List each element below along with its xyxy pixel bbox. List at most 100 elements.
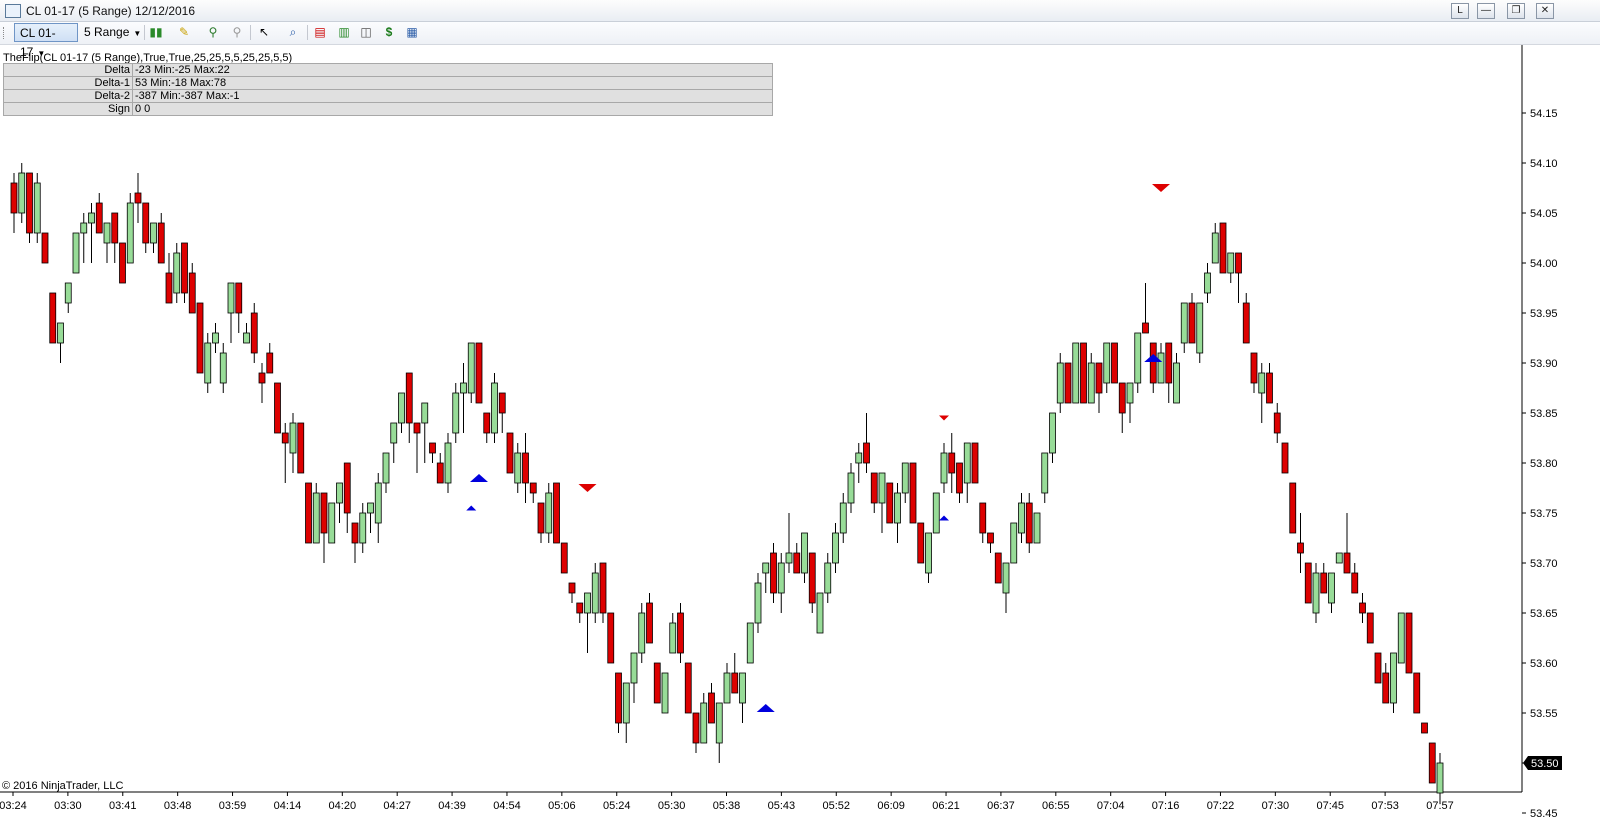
candle-down	[1289, 482, 1297, 534]
candle-down	[142, 202, 150, 244]
indicator-table: Delta -23 Min:-25 Max:22 Delta-1 53 Min:-1…	[3, 63, 773, 116]
candle-up	[1436, 762, 1444, 794]
x-tick-label: 07:45	[1316, 800, 1344, 812]
restore-button[interactable]: ❐	[1507, 3, 1525, 19]
candle-down	[320, 492, 328, 534]
candle-up	[1173, 362, 1180, 404]
candle-down	[506, 432, 514, 474]
chevron-down-icon: ▼	[133, 29, 142, 38]
dollar-icon[interactable]: $	[381, 24, 397, 40]
candle-up	[359, 512, 367, 544]
indicators-icon[interactable]: ▤	[312, 24, 328, 40]
candle-down	[956, 462, 963, 494]
cursor-icon[interactable]: ↖	[256, 24, 272, 40]
candle-up	[491, 382, 498, 434]
properties-icon[interactable]: ◫	[358, 24, 374, 40]
candle-up	[715, 702, 723, 744]
candle-down	[522, 452, 529, 484]
candle-down	[692, 712, 700, 744]
candle-up	[1002, 562, 1010, 594]
x-tick-label: 06:09	[877, 800, 905, 812]
candle-up	[243, 332, 250, 344]
window-title: CL 01-17 (5 Range) 12/12/2016	[26, 4, 196, 18]
candle-up	[1328, 572, 1335, 604]
candle-up	[1103, 342, 1111, 384]
candle-up	[1033, 512, 1041, 544]
candle-down	[1266, 372, 1273, 404]
candle-up	[963, 442, 971, 484]
candle-down	[684, 662, 692, 714]
candle-up	[1397, 612, 1405, 664]
y-tick-label: 54.15	[1530, 108, 1558, 120]
candle-up	[739, 672, 746, 704]
candle-down	[537, 502, 545, 534]
candle-down	[266, 352, 274, 374]
candle-down	[909, 462, 917, 524]
candle-down	[119, 242, 126, 284]
toolbar-grip[interactable]	[3, 27, 6, 39]
x-tick-label: 07:53	[1371, 800, 1399, 812]
toolbar-separator	[250, 25, 251, 40]
candle-down	[258, 372, 266, 384]
candle-up	[1180, 302, 1188, 344]
candle-up	[816, 592, 824, 634]
candle-up	[336, 482, 343, 504]
candle-down	[708, 692, 715, 724]
chart-style-icon[interactable]: ▮▮	[148, 24, 164, 40]
candle-up	[901, 462, 909, 494]
candle-down	[436, 462, 444, 484]
sell-signal-marker	[1152, 184, 1170, 192]
period-selector[interactable]: 5 Range ▼	[84, 23, 141, 42]
candle-up	[940, 452, 948, 484]
candle-down	[1366, 612, 1374, 644]
candle-down	[1297, 542, 1304, 554]
candle-down	[1095, 362, 1103, 394]
candle-up	[801, 532, 808, 574]
pin-icon[interactable]: ⚲	[205, 24, 221, 40]
candle-up	[312, 492, 320, 544]
close-button[interactable]: ✕	[1536, 3, 1554, 19]
candle-up	[1010, 522, 1018, 564]
candle-down	[1273, 412, 1281, 434]
row-value: 53 Min:-18 Max:78	[132, 76, 773, 90]
pin-gray-icon[interactable]: ⚲	[229, 24, 245, 40]
candle-down	[297, 422, 305, 474]
candle-down	[1343, 552, 1351, 574]
candle-down	[731, 672, 739, 694]
instrument-selector[interactable]: CL 01-17 ▼	[14, 23, 78, 59]
candle-down	[429, 442, 436, 454]
candle-up	[452, 392, 460, 434]
candle-down	[1351, 572, 1359, 594]
candle-up	[723, 672, 731, 704]
minimize-button[interactable]: —	[1477, 3, 1495, 19]
candle-down	[181, 242, 188, 294]
candle-up	[460, 382, 467, 394]
candle-down	[1304, 562, 1312, 604]
toolbar-separator	[307, 25, 308, 40]
candle-up	[467, 342, 475, 394]
table-row: Delta-1 53 Min:-18 Max:78	[3, 76, 773, 90]
data-box-icon[interactable]: ▦	[404, 24, 420, 40]
candle-down	[1250, 352, 1258, 384]
buy-signal-marker	[756, 704, 775, 712]
zoom-icon[interactable]: ⌕	[285, 24, 301, 40]
strategies-icon[interactable]: ▥	[336, 24, 352, 40]
link-button[interactable]: L	[1451, 3, 1469, 19]
candle-down	[1118, 382, 1126, 414]
y-tick-label: 53.75	[1530, 508, 1558, 520]
candle-down	[1235, 252, 1242, 274]
y-tick-label: 53.85	[1530, 408, 1558, 420]
drawing-tool-icon[interactable]: ✎	[176, 24, 192, 40]
price-chart[interactable]: 54.15 54.10 54.05 54.00 53.95 53.90 53.85 53.80…	[0, 45, 1600, 837]
candle-down	[188, 272, 196, 314]
candle-down	[1219, 222, 1227, 274]
candle-down	[770, 552, 777, 594]
candle-down	[196, 302, 204, 374]
x-tick-label: 05:24	[603, 800, 631, 812]
candle-up	[832, 532, 839, 564]
y-tick-label: 54.10	[1530, 158, 1558, 170]
y-tick-label: 54.05	[1530, 208, 1558, 220]
candle-up	[88, 212, 95, 224]
candle-down	[568, 582, 576, 594]
candle-down	[863, 442, 870, 464]
